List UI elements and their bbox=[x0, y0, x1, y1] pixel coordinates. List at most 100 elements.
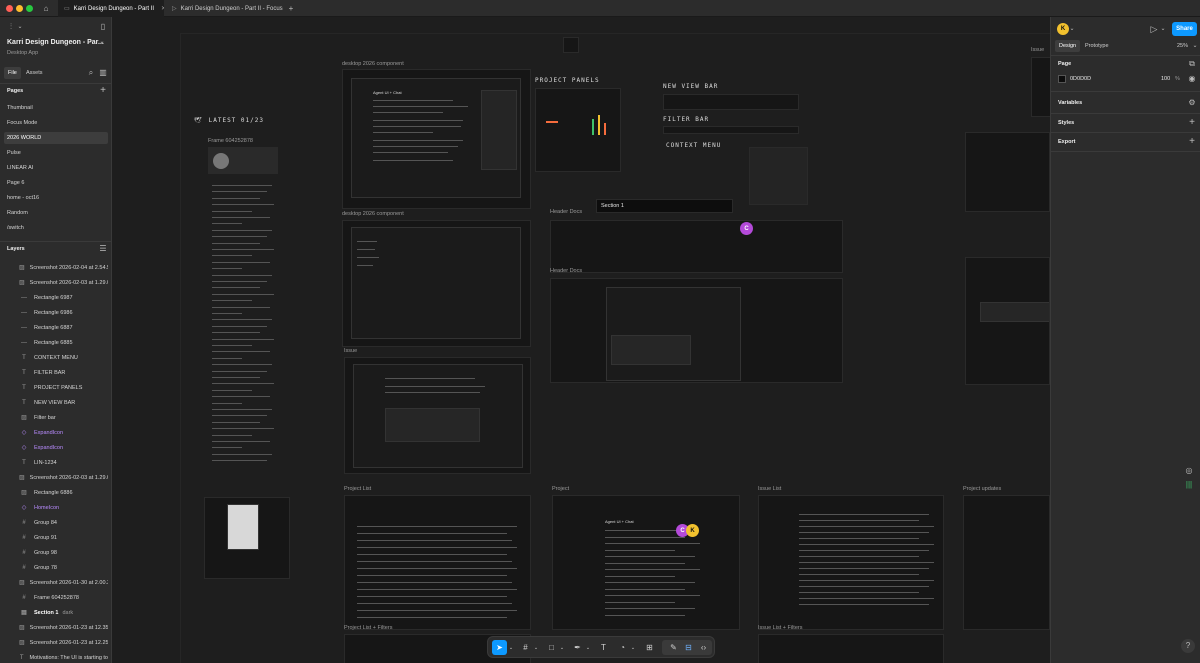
layer-row[interactable]: ▨ Filter bar bbox=[4, 411, 108, 424]
layer-row[interactable]: T FILTER BAR bbox=[4, 366, 108, 379]
page-item[interactable]: Pulse bbox=[4, 147, 108, 159]
frame-label-project-updates[interactable]: Project updates bbox=[963, 486, 1001, 492]
layer-row[interactable]: ▨ Screenshot 2026-02-03 at 1.29.0 bbox=[4, 276, 108, 289]
rectangle-icon[interactable]: □ bbox=[544, 640, 559, 655]
label-context-menu[interactable]: CONTEXT MENU bbox=[666, 142, 721, 149]
frame-project-updates[interactable] bbox=[963, 495, 1050, 630]
frame-label-project[interactable]: Project bbox=[552, 486, 569, 492]
home-icon[interactable]: ⌂ bbox=[40, 3, 52, 14]
page-item[interactable]: home - oct16 bbox=[4, 192, 108, 204]
section-1[interactable]: Section 1 bbox=[596, 199, 733, 213]
page-opacity-value[interactable]: 100 bbox=[1161, 76, 1170, 82]
add-export-icon[interactable]: + bbox=[1187, 137, 1197, 147]
layer-row[interactable]: ▨ Screenshot 2026-01-23 at 12.35.2 bbox=[4, 621, 108, 634]
chevron-down-icon[interactable]: ⌄ bbox=[559, 640, 565, 655]
frame-issue-list[interactable] bbox=[758, 495, 944, 630]
present-play-icon[interactable]: ▷ bbox=[1149, 24, 1159, 34]
move-icon[interactable]: ➤ bbox=[492, 640, 507, 655]
zoom-window-button[interactable] bbox=[26, 5, 33, 12]
layer-row[interactable]: ▨ Screenshot 2026-02-04 at 2.54.5 bbox=[4, 261, 108, 274]
add-style-icon[interactable]: + bbox=[1187, 118, 1197, 128]
layer-row[interactable]: # Group 91 bbox=[4, 531, 108, 544]
frame-new-view-bar[interactable] bbox=[663, 94, 799, 110]
help-button[interactable]: ? bbox=[1181, 639, 1195, 653]
add-page-icon[interactable]: + bbox=[98, 86, 108, 96]
frame-project-panels[interactable] bbox=[535, 88, 621, 172]
page-item[interactable]: Page 6 bbox=[4, 177, 108, 189]
page-item[interactable]: LINEAR AI bbox=[4, 162, 108, 174]
layer-row[interactable]: T CONTEXT MENU bbox=[4, 351, 108, 364]
chevron-down-icon[interactable]: ⌄ bbox=[99, 38, 105, 46]
label-filter-bar[interactable]: FILTER BAR bbox=[663, 116, 709, 123]
close-window-button[interactable] bbox=[6, 5, 13, 12]
tab-file[interactable]: File bbox=[4, 67, 21, 79]
frame-label-header-docs-2[interactable]: Header Docs bbox=[550, 268, 582, 274]
tab-prototype[interactable]: Prototype bbox=[1081, 40, 1113, 52]
label-new-view-bar[interactable]: NEW VIEW BAR bbox=[663, 83, 718, 90]
frame-label-desktop-2[interactable]: desktop 2026 component bbox=[342, 211, 404, 217]
frame-label-header-docs-1[interactable]: Header Docs bbox=[550, 209, 582, 215]
page-color-swatch[interactable] bbox=[1058, 75, 1066, 83]
chevron-down-icon[interactable]: ⌄ bbox=[17, 22, 23, 32]
layer-row[interactable]: # Frame 604252878 bbox=[4, 591, 108, 604]
layer-row[interactable]: T PROJECT PANELS bbox=[4, 381, 108, 394]
layer-row[interactable]: # Group 78 bbox=[4, 561, 108, 574]
frame-filter-bar[interactable] bbox=[663, 126, 799, 134]
avatar[interactable]: K bbox=[1057, 23, 1069, 35]
frame-label-issue[interactable]: Issue bbox=[344, 348, 357, 354]
sidebar-toggle-icon[interactable]: ▯ bbox=[98, 22, 108, 32]
tab-design[interactable]: Design bbox=[1055, 40, 1081, 52]
layer-row[interactable]: # Group 84 bbox=[4, 516, 108, 529]
frame-context-menu[interactable] bbox=[749, 147, 808, 205]
chevron-down-icon[interactable]: ⌄ bbox=[585, 640, 591, 655]
grid-icon[interactable]: ⊟ bbox=[681, 640, 696, 655]
page-settings-icon[interactable]: ⧉ bbox=[1187, 59, 1197, 69]
frame-project-list[interactable] bbox=[344, 495, 531, 630]
layer-row[interactable]: — Rectangle 6885 bbox=[4, 336, 108, 349]
layer-row[interactable]: — Rectangle 6986 bbox=[4, 306, 108, 319]
frame-label-project-list-filters[interactable]: Project List + Filters bbox=[344, 625, 392, 631]
audio-icon[interactable]: ||| bbox=[1183, 479, 1195, 491]
components-icon[interactable]: ⊞ bbox=[642, 640, 657, 655]
chevron-down-icon[interactable]: ⌄ bbox=[533, 640, 539, 655]
frame-label-issue-list[interactable]: Issue List bbox=[758, 486, 781, 492]
library-icon[interactable]: ▥ bbox=[98, 68, 108, 78]
tab-karri-design-dungeon[interactable]: ▭ Karri Design Dungeon - Part II ✕ bbox=[58, 0, 164, 17]
layer-row[interactable]: # Group 98 bbox=[4, 546, 108, 559]
page-color-value[interactable]: 0D0D0D bbox=[1070, 76, 1091, 82]
layer-row[interactable]: — Rectangle 6987 bbox=[4, 291, 108, 304]
variables-icon[interactable]: ⚙ bbox=[1187, 98, 1197, 108]
chevron-down-icon[interactable]: ⌄ bbox=[1069, 25, 1075, 33]
page-item[interactable]: Focus Mode bbox=[4, 117, 108, 129]
chevron-down-icon[interactable]: ⌄ bbox=[1192, 42, 1198, 50]
tab-focus-mode[interactable]: ▷ Karri Design Dungeon - Part II - Focus bbox=[166, 0, 284, 17]
page-item[interactable]: Thumbnail bbox=[4, 102, 108, 114]
shape-icon[interactable]: ◔ bbox=[615, 640, 630, 655]
frame-icon[interactable]: # bbox=[518, 640, 533, 655]
frame-label-issue-top[interactable]: Issue bbox=[1031, 47, 1044, 53]
frame-settings-panel[interactable] bbox=[965, 132, 1050, 212]
pen-icon[interactable]: ✒ bbox=[570, 640, 585, 655]
layer-row[interactable]: ◇ HomeIcon bbox=[4, 501, 108, 514]
chevron-down-icon[interactable]: ⌄ bbox=[630, 640, 636, 655]
frame-label-issue-list-filters[interactable]: Issue List + Filters bbox=[758, 625, 802, 631]
chevron-down-icon[interactable]: ⌄ bbox=[508, 640, 514, 655]
share-button[interactable]: Share bbox=[1172, 22, 1197, 36]
frame-issue-list-filters[interactable] bbox=[758, 634, 944, 663]
layers-view-icon[interactable]: ☰ bbox=[98, 244, 108, 254]
page-item[interactable]: 2026 WORLD bbox=[4, 132, 108, 144]
chevron-down-icon[interactable]: ⌄ bbox=[1160, 24, 1166, 34]
frame-mobile-preview[interactable] bbox=[204, 497, 290, 579]
frame-header-docs-1[interactable] bbox=[550, 220, 843, 273]
dev-mode-icon[interactable]: ✎ bbox=[666, 640, 681, 655]
page-item[interactable]: /switch bbox=[4, 222, 108, 234]
layer-row[interactable]: — Rectangle 6887 bbox=[4, 321, 108, 334]
plugin-icon[interactable]: ◎ bbox=[1183, 465, 1195, 477]
frame-issue-top[interactable] bbox=[1031, 57, 1050, 117]
layer-row[interactable]: ▤ Section 1 dark bbox=[4, 606, 108, 619]
search-icon[interactable]: ⌕ bbox=[86, 68, 96, 78]
layer-row[interactable]: T NEW VIEW BAR bbox=[4, 396, 108, 409]
small-frame[interactable] bbox=[563, 37, 579, 53]
eye-icon[interactable]: ◉ bbox=[1187, 74, 1197, 84]
layer-row[interactable]: ◇ ExpandIcon bbox=[4, 441, 108, 454]
